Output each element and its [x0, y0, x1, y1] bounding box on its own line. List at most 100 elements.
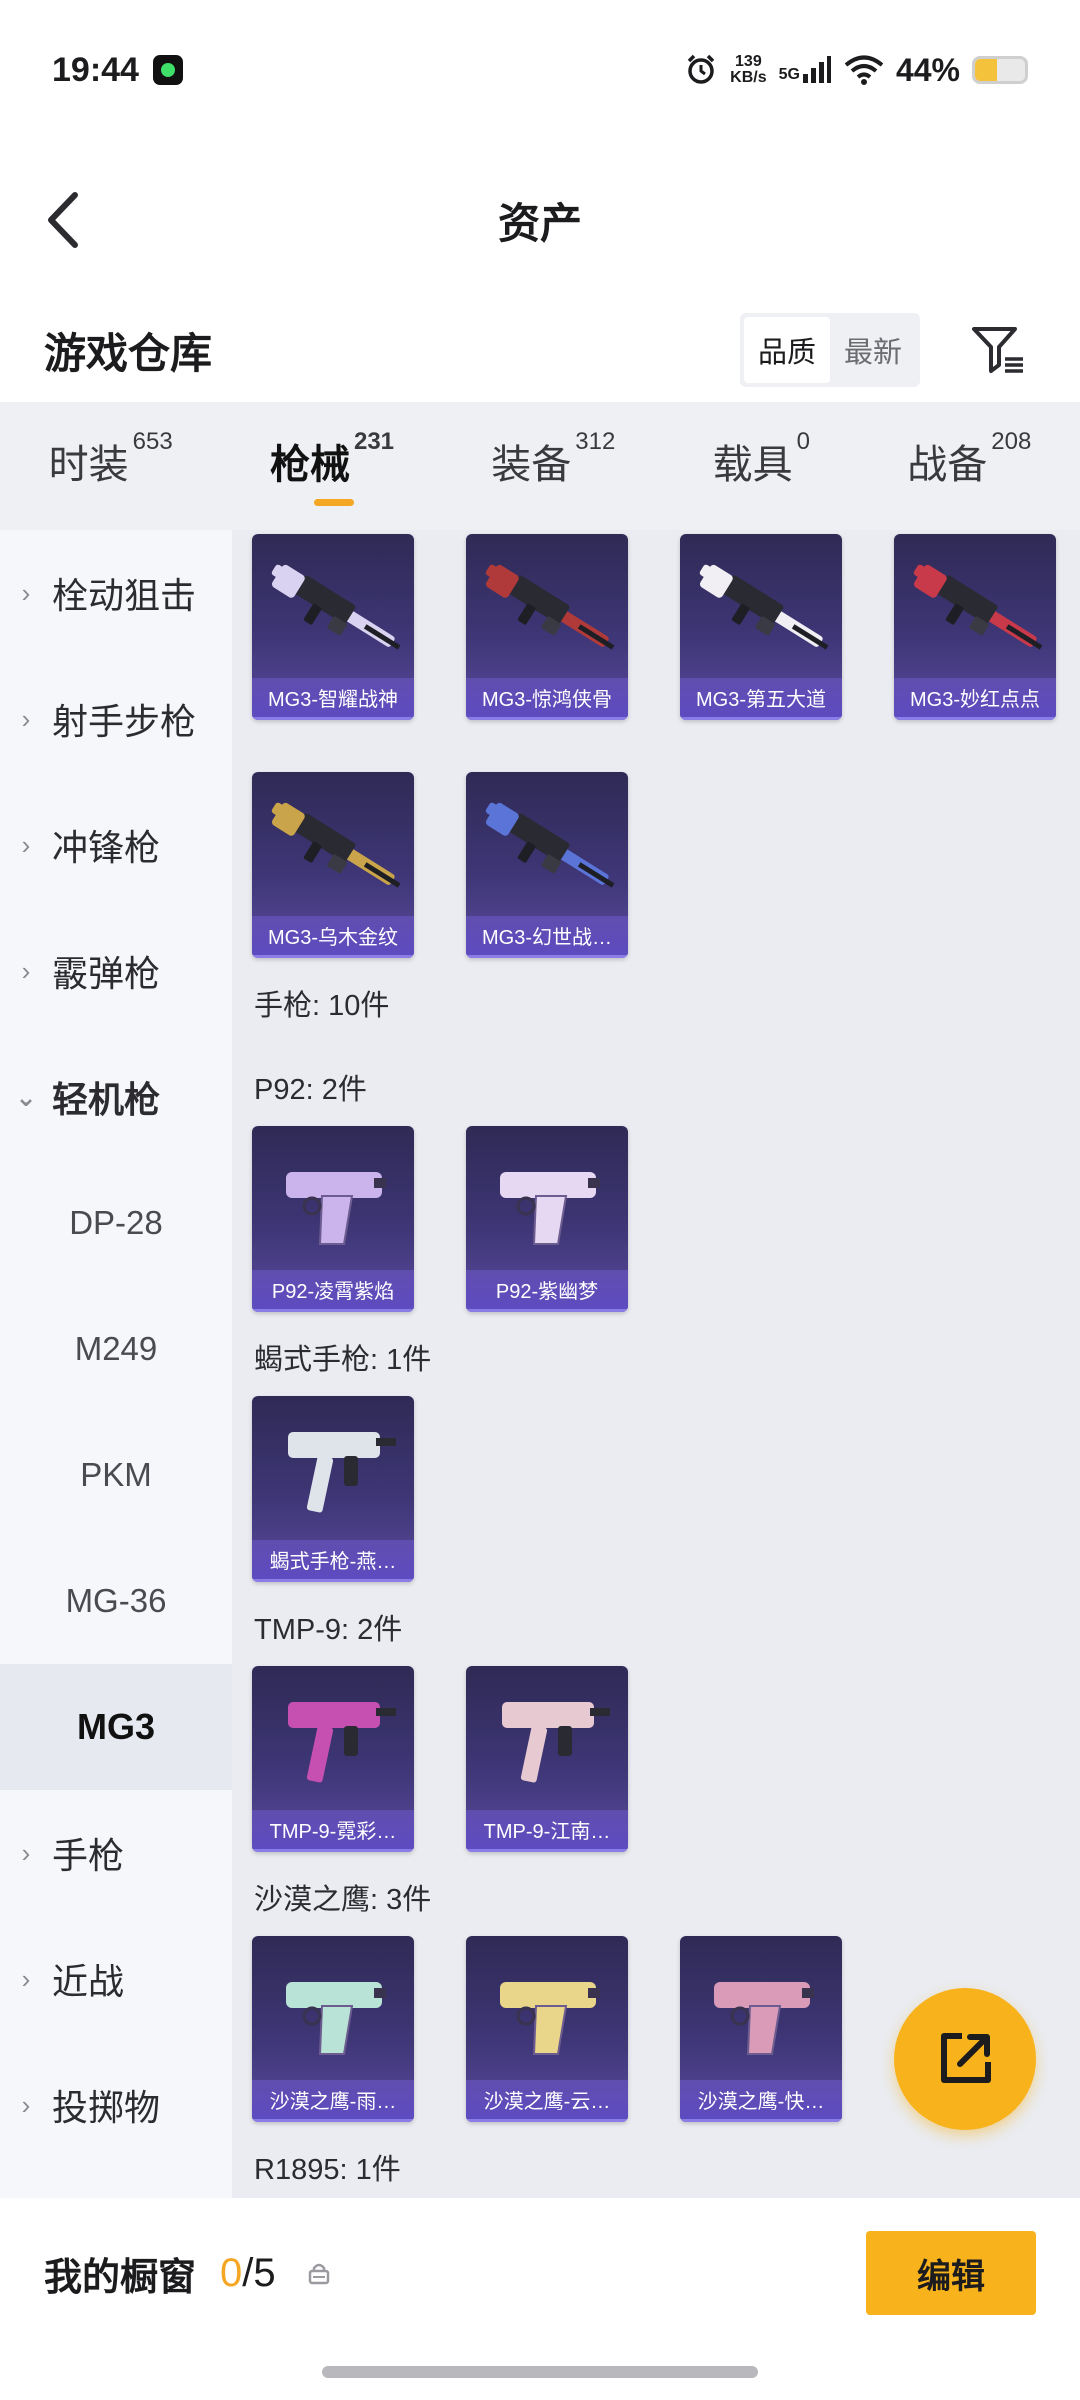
item-card[interactable]: TMP-9-霓彩… [252, 1666, 414, 1852]
tab-vehicles[interactable]: 载具 0 [713, 428, 810, 500]
group-title: 沙漠之鹰: 3件 [254, 1884, 432, 1916]
showcase-count: 0/5 [220, 2250, 276, 2295]
group-title: R1895: 1件 [254, 2154, 401, 2186]
item-card[interactable]: 沙漠之鹰-雨… [252, 1936, 414, 2122]
lmg-skin-image [271, 802, 401, 888]
pistol-skin-image [714, 1982, 814, 2055]
item-grid: MG3-智耀战神 MG3-惊鸿侠骨 MG3-第五大道 MG3-妙红点点 MG3-… [232, 530, 1080, 2198]
item-name: 沙漠之鹰-云… [466, 2080, 628, 2122]
share-button[interactable] [894, 1988, 1036, 2130]
item-name: TMP-9-霓彩… [252, 1810, 414, 1852]
lmg-skin-image [699, 564, 829, 650]
item-name: MG3-乌木金纹 [252, 916, 414, 958]
group-title: 手枪: 10件 [254, 990, 390, 1022]
chevron-right-icon: › [21, 829, 31, 860]
chevron-left-icon [48, 192, 78, 248]
tab-fashion[interactable]: 时装 653 [49, 428, 173, 500]
item-name: TMP-9-江南… [466, 1810, 628, 1852]
warehouse-title: 游戏仓库 [44, 329, 213, 377]
item-card[interactable]: MG3-乌木金纹 [252, 772, 414, 958]
item-card[interactable]: MG3-第五大道 [680, 534, 842, 720]
lmg-skin-image [913, 564, 1043, 650]
machine-pistol-skin-image [288, 1702, 396, 1783]
sort-by-newest-button[interactable]: 最新 [830, 317, 916, 383]
active-tab-indicator [313, 499, 354, 506]
warehouse-row: 游戏仓库 品质 最新 [0, 300, 1080, 400]
filter-button[interactable] [968, 320, 1028, 380]
item-card[interactable]: MG3-惊鸿侠骨 [466, 534, 628, 720]
showcase-title: 我的橱窗 [44, 2256, 197, 2299]
item-name: P92-紫幽梦 [466, 1270, 628, 1312]
clock: 19:44 [52, 50, 139, 89]
group-title: 蝎式手枪: 1件 [254, 1344, 432, 1376]
lmg-skin-image [485, 564, 615, 650]
item-card[interactable]: 沙漠之鹰-云… [466, 1936, 628, 2122]
showcase-bar: 我的橱窗 0/5 编辑 [0, 2198, 1080, 2348]
wifi-icon [844, 55, 884, 85]
item-name: MG3-第五大道 [680, 678, 842, 720]
chevron-right-icon: › [21, 703, 31, 734]
sidebar-item-lmg[interactable]: ⌄ 轻机枪 [0, 1034, 232, 1160]
sidebar-subitem-mg36[interactable]: MG-36 [0, 1538, 232, 1664]
filter-icon [972, 327, 1023, 373]
chevron-right-icon: › [21, 1963, 31, 1994]
tab-firearms[interactable]: 枪械 231 [270, 428, 394, 506]
item-card[interactable]: 沙漠之鹰-快… [680, 1936, 842, 2122]
sidebar-subitem-pkm[interactable]: PKM [0, 1412, 232, 1538]
lmg-skin-image [271, 564, 401, 650]
tab-equipment[interactable]: 装备 312 [491, 428, 615, 500]
item-name: MG3-智耀战神 [252, 678, 414, 720]
chevron-down-icon: ⌄ [15, 1081, 37, 1112]
music-app-icon [152, 55, 183, 85]
sort-by-quality-button[interactable]: 品质 [743, 317, 830, 383]
item-card[interactable]: MG3-妙红点点 [894, 534, 1056, 720]
item-name: MG3-幻世战… [466, 916, 628, 958]
machine-pistol-skin-image [288, 1432, 396, 1513]
sidebar-item-melee[interactable]: › 近战 [0, 1916, 232, 2042]
sidebar-subitem-mg3[interactable]: MG3 [0, 1664, 232, 1790]
sidebar-subitem-m249[interactable]: M249 [0, 1286, 232, 1412]
pistol-skin-image [286, 1172, 386, 1245]
external-link-icon [941, 2033, 991, 2083]
item-name: MG3-惊鸿侠骨 [466, 678, 628, 720]
item-name: 蝎式手枪-燕… [252, 1540, 414, 1582]
battery-icon [972, 56, 1028, 84]
chevron-right-icon: › [21, 955, 31, 986]
sidebar-item-smg[interactable]: › 冲锋枪 [0, 782, 232, 908]
back-button[interactable] [36, 180, 88, 260]
network-speed: 139 KB/s [730, 53, 767, 86]
lmg-skin-image [485, 802, 615, 888]
item-name: MG3-妙红点点 [894, 678, 1056, 720]
sidebar-item-bolt-action-sniper[interactable]: › 栓动狙击 [0, 530, 232, 656]
pistol-skin-image [500, 1982, 600, 2055]
chevron-right-icon: › [21, 1837, 31, 1868]
app-header: 资产 [0, 140, 1080, 300]
item-card[interactable]: 蝎式手枪-燕… [252, 1396, 414, 1582]
machine-pistol-skin-image [502, 1702, 610, 1783]
edit-button[interactable]: 编辑 [866, 2231, 1036, 2315]
item-name: 沙漠之鹰-雨… [252, 2080, 414, 2122]
item-card[interactable]: TMP-9-江南… [466, 1666, 628, 1852]
home-indicator[interactable] [322, 2366, 758, 2378]
weapon-category-sidebar: › 栓动狙击 › 射手步枪 › 冲锋枪 › 霰弹枪 ⌄ 轻机枪 DP-28 M249 PK… [0, 530, 232, 2198]
chevron-right-icon: › [21, 577, 31, 608]
sidebar-item-shotgun[interactable]: › 霰弹枪 [0, 908, 232, 1034]
alarm-icon [687, 54, 715, 84]
sidebar-subitem-dp28[interactable]: DP-28 [0, 1160, 232, 1286]
item-card[interactable]: MG3-智耀战神 [252, 534, 414, 720]
sidebar-item-throwable[interactable]: › 投掷物 [0, 2042, 232, 2168]
item-card[interactable]: P92-凌霄紫焰 [252, 1126, 414, 1312]
cell-signal-icon [802, 56, 831, 83]
group-title: TMP-9: 2件 [254, 1614, 403, 1646]
sort-toggle: 品质 最新 [739, 313, 920, 387]
item-card[interactable]: P92-紫幽梦 [466, 1126, 628, 1312]
pistol-skin-image [286, 1982, 386, 2055]
status-bar: 19:44 139 KB/s 5G 44% [0, 0, 1080, 140]
chevron-right-icon: › [21, 2089, 31, 2120]
page-title: 资产 [497, 199, 582, 247]
sidebar-item-marksman-rifle[interactable]: › 射手步枪 [0, 656, 232, 782]
item-card[interactable]: MG3-幻世战… [466, 772, 628, 958]
tab-supplies[interactable]: 战备 208 [907, 428, 1031, 500]
category-tabs: 时装 653 枪械 231 装备 312 载具 0 战备 208 [0, 402, 1080, 530]
sidebar-item-pistol[interactable]: › 手枪 [0, 1790, 232, 1916]
